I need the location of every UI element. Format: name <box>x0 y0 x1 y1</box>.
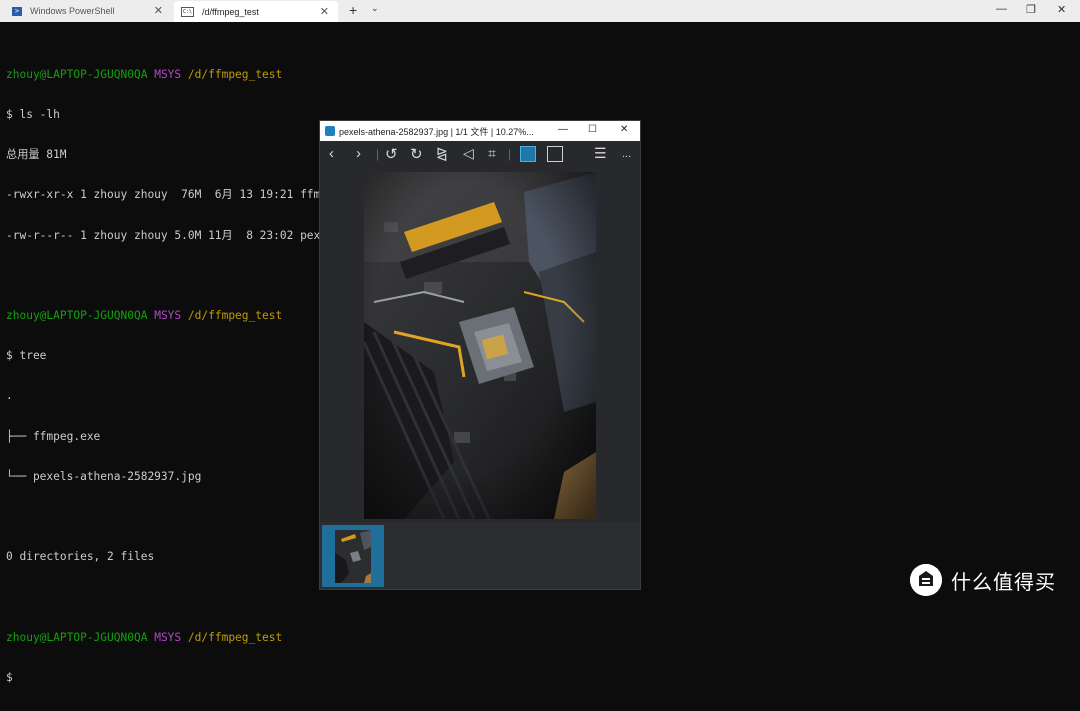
thumbnail-strip <box>320 522 640 589</box>
prompt-user: zhouy@LAPTOP-JGUQN0QA <box>6 630 148 644</box>
maximize-button[interactable]: ❐ <box>1026 3 1036 16</box>
watermark-text: 什么值得买 <box>951 569 1056 594</box>
prompt-user: zhouy@LAPTOP-JGUQN0QA <box>6 309 148 323</box>
flip-vertical-icon[interactable]: ◁ <box>463 145 474 162</box>
crop-icon[interactable]: ⌗ <box>488 145 496 162</box>
motherboard-photo <box>364 172 596 519</box>
prompt-env: MSYS <box>154 630 182 644</box>
viewer-close-button[interactable]: ✕ <box>620 124 628 135</box>
motherboard-thumbnail <box>335 530 371 583</box>
prompt-env: MSYS <box>154 309 182 323</box>
close-button[interactable]: ✕ <box>1057 3 1066 16</box>
rotate-left-icon[interactable]: ↺ <box>385 145 398 163</box>
prompt-user: zhouy@LAPTOP-JGUQN0QA <box>6 67 148 81</box>
lock-icon[interactable] <box>547 146 563 162</box>
tab-label: /d/ffmpeg_test <box>202 6 259 17</box>
terminal-icon: C:\ <box>181 6 194 17</box>
tab-ffmpeg-test[interactable]: C:\ /d/ffmpeg_test ✕ <box>174 1 338 22</box>
prompt-path: /d/ffmpeg_test <box>187 67 283 81</box>
tab-bar: > Windows PowerShell ✕ C:\ /d/ffmpeg_tes… <box>0 0 1080 22</box>
toolbar-separator: | <box>508 147 512 161</box>
next-icon[interactable]: › <box>356 145 361 162</box>
new-tab-plus-icon[interactable]: + <box>349 2 357 18</box>
command-line: $ <box>6 670 13 684</box>
watermark: 什么值得买 <box>910 564 1056 596</box>
tab-label: Windows PowerShell <box>30 6 115 16</box>
viewer-toolbar: ‹ › | ↺ ↻ ⧎ ◁ ⌗ | ☰ ... <box>320 141 640 168</box>
tab-dropdown-chevron-icon[interactable]: ⌄ <box>371 3 379 14</box>
rotate-right-icon[interactable]: ↻ <box>410 145 423 163</box>
minimize-button[interactable]: — <box>996 3 1007 15</box>
tab-windows-powershell[interactable]: > Windows PowerShell ✕ <box>0 0 172 22</box>
viewer-title: pexels-athena-2582937.jpg | 1/1 文件 | 10.… <box>339 126 534 137</box>
tab-close-icon[interactable]: ✕ <box>320 5 329 18</box>
smzdm-logo-icon <box>910 564 942 596</box>
prompt-line: zhouy@LAPTOP-JGUQN0QA MSYS /d/ffmpeg_tes… <box>6 631 468 644</box>
prompt-path: /d/ffmpeg_test <box>187 630 283 644</box>
more-options-icon[interactable]: ... <box>622 148 631 160</box>
prompt-env: MSYS <box>154 67 182 81</box>
thumbnail-selected[interactable] <box>322 525 384 587</box>
menu-icon[interactable]: ☰ <box>594 145 607 162</box>
viewer-minimize-button[interactable]: — <box>558 124 568 135</box>
image-viewer-window[interactable]: pexels-athena-2582937.jpg | 1/1 文件 | 10.… <box>319 120 641 590</box>
viewer-title-bar[interactable]: pexels-athena-2582937.jpg | 1/1 文件 | 10.… <box>320 121 640 141</box>
fit-image-icon[interactable] <box>520 146 536 162</box>
prompt-path: /d/ffmpeg_test <box>187 309 283 323</box>
image-viewer-app-icon <box>325 126 335 136</box>
powershell-icon: > <box>12 6 22 16</box>
previous-icon[interactable]: ‹ <box>329 145 334 162</box>
flip-horizontal-icon[interactable]: ⧎ <box>436 145 448 162</box>
tab-close-icon[interactable]: ✕ <box>154 4 163 17</box>
toolbar-separator: | <box>376 147 380 161</box>
prompt-line: zhouy@LAPTOP-JGUQN0QA MSYS /d/ffmpeg_tes… <box>6 68 468 81</box>
viewer-maximize-button[interactable]: ☐ <box>588 124 597 135</box>
